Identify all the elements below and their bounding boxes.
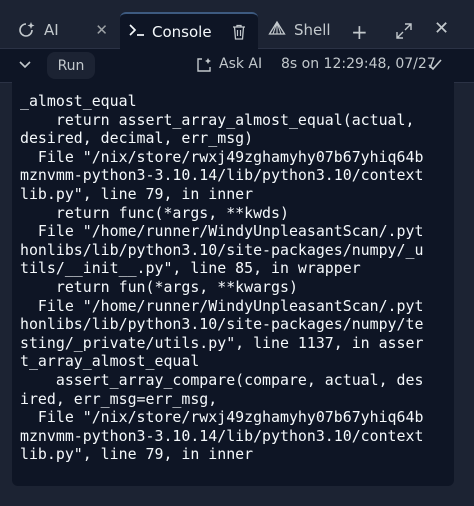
console-line: File "/nix/store/rwxj49zghamyhy07b67yhiq… [20, 147, 424, 166]
close-pane-icon[interactable]: ✕ [434, 20, 449, 38]
tab-shell-label: Shell [294, 21, 331, 39]
tab-console-label: Console [152, 22, 212, 41]
console-line: mznvmm-python3-3.10.14/lib/python3.10/co… [20, 166, 424, 185]
chevron-down-icon[interactable] [18, 58, 32, 74]
console-line: honlibs/lib/python3.10/site-packages/num… [20, 315, 424, 334]
console-line: return fun(*args, **kwargs) [20, 277, 298, 296]
console-line: lib.py", line 79, in inner [20, 184, 254, 203]
console-line: File "/home/runner/WindyUnpleasantScan/.… [20, 222, 424, 241]
console-prompt-icon [128, 22, 146, 42]
shell-icon [268, 20, 286, 40]
tab-bar: AI ✕ Console Shell + ✕ [0, 0, 474, 49]
run-button-label: Run [57, 57, 85, 74]
console-line: File "/nix/store/rwxj49zghamyhy07b67yhiq… [20, 408, 424, 427]
tab-ai[interactable]: AI ✕ [14, 12, 118, 48]
console-line: desired, decimal, err_msg) [20, 129, 254, 148]
console-line: honlibs/lib/python3.10/site-packages/num… [20, 240, 424, 259]
tab-console[interactable]: Console [120, 12, 258, 49]
ask-ai-button[interactable]: Ask AI [219, 56, 262, 72]
close-icon[interactable]: ✕ [95, 21, 108, 39]
console-line: lib.py", line 79, in inner [20, 445, 254, 464]
run-status: 8s on 12:29:48, 07/27 [281, 56, 436, 72]
checkmark-icon [427, 58, 443, 75]
ask-ai-icon[interactable] [196, 57, 212, 76]
console-line: ired, err_msg=err_msg, [20, 389, 218, 408]
console-line: sting/_private/utils.py", line 1137, in … [20, 333, 424, 352]
console-text: _almost_equal return assert_array_almost… [20, 92, 423, 464]
console-line: return assert_array_almost_equal(actual, [20, 110, 415, 129]
run-button[interactable]: Run [47, 52, 95, 79]
console-line: t_array_almost_equal [20, 352, 200, 371]
console-line: assert_array_compare(compare, actual, de… [20, 370, 424, 389]
console-line: _almost_equal [20, 92, 137, 110]
console-toolbar: Run Ask AI 8s on 12:29:48, 07/27 [0, 49, 474, 83]
add-tab-icon[interactable]: + [351, 22, 368, 42]
console-line: File "/home/runner/WindyUnpleasantScan/.… [20, 296, 424, 315]
tab-ai-label: AI [44, 21, 59, 39]
trash-icon[interactable] [232, 24, 246, 44]
console-line: return func(*args, **kwds) [20, 203, 289, 222]
console-line: mznvmm-python3-3.10.14/lib/python3.10/co… [20, 426, 424, 445]
console-line: tils/__init__.py", line 85, in wrapper [20, 259, 361, 278]
expand-icon[interactable] [395, 22, 413, 43]
console-output[interactable]: _almost_equal return assert_array_almost… [12, 82, 454, 486]
ai-sparkle-icon [18, 21, 36, 39]
